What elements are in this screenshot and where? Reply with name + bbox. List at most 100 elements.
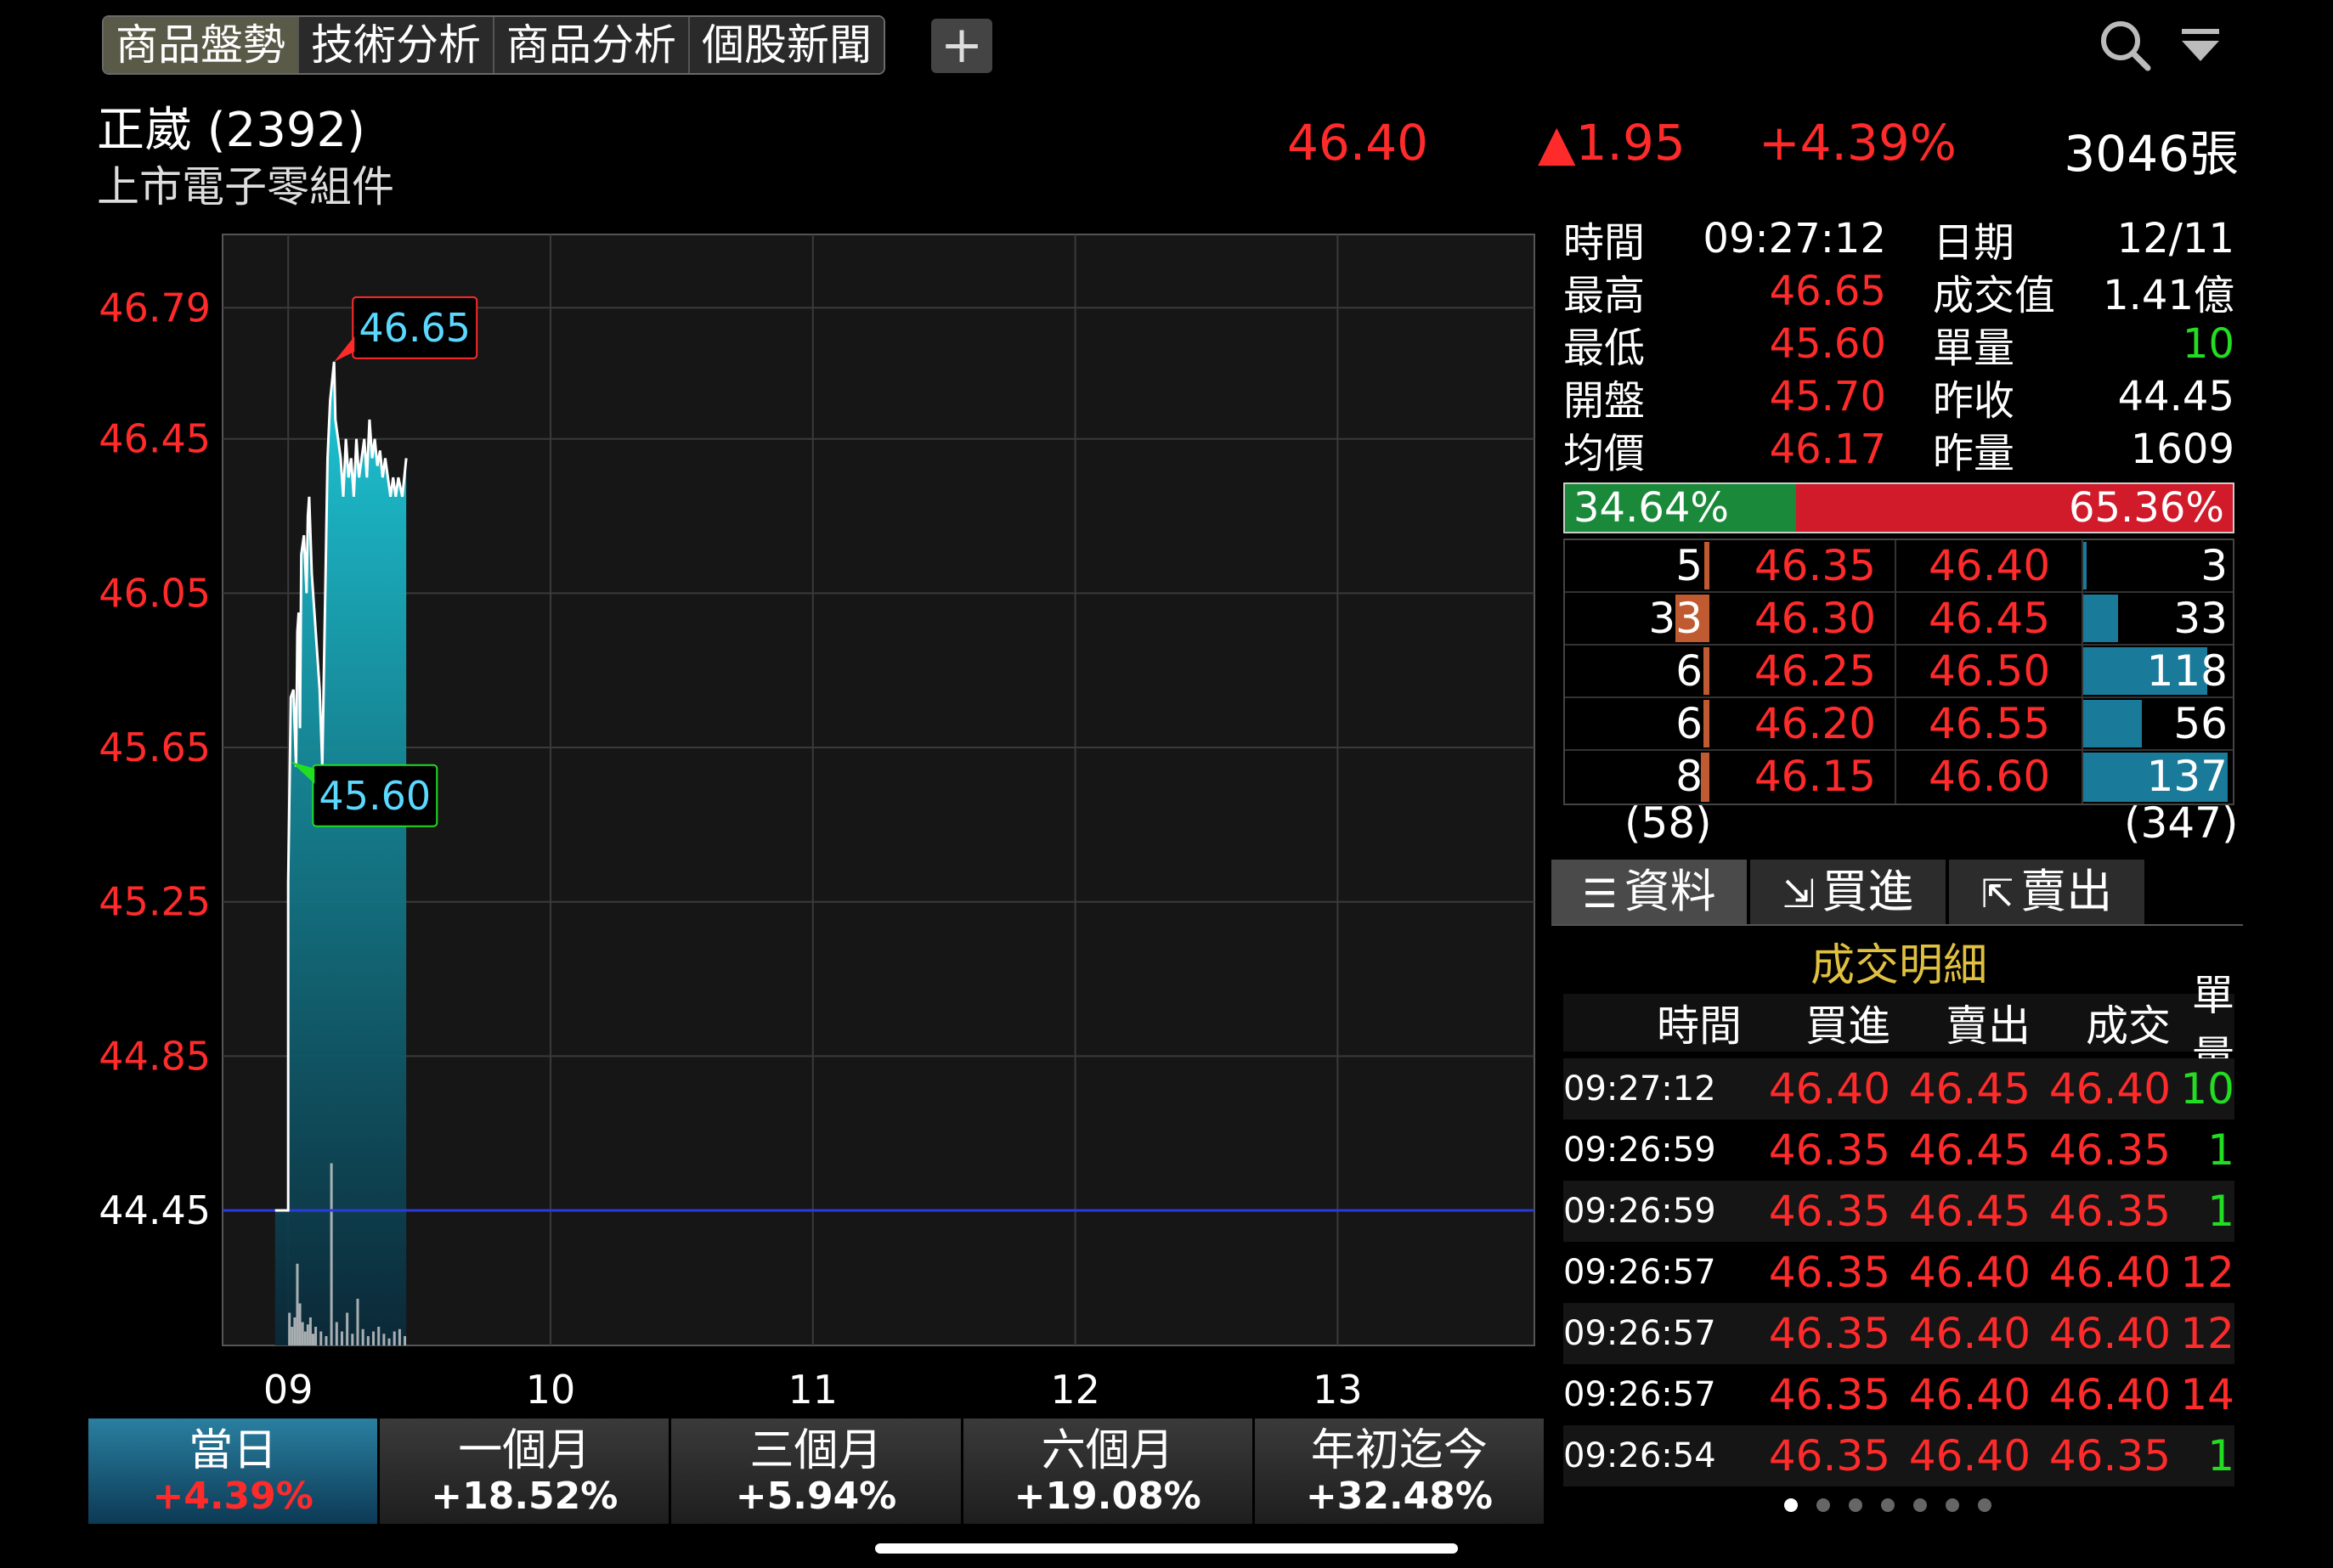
- trade-qty: 12: [2180, 1248, 2234, 1297]
- tab-3[interactable]: 個股新聞: [690, 17, 884, 73]
- info-key: 成交值: [1933, 272, 2056, 319]
- home-indicator[interactable]: [875, 1543, 1458, 1554]
- search-icon[interactable]: [2095, 15, 2155, 75]
- list-icon: ☰: [1582, 871, 1618, 917]
- period-label: 年初迄今: [1310, 1425, 1488, 1476]
- x-tick-label: 10: [526, 1367, 576, 1410]
- trade-header-2: 賣出: [1946, 1001, 2031, 1051]
- tab-2[interactable]: 商品分析: [494, 17, 690, 73]
- period-label: 三個月: [749, 1425, 883, 1476]
- period-button-4[interactable]: 年初迄今 +32.48%: [1254, 1419, 1547, 1524]
- ask-quantity-cell: 118: [2083, 646, 2233, 697]
- info-value: 09:27:12: [1703, 215, 1886, 262]
- volume-bar: [306, 1324, 309, 1345]
- trade-row[interactable]: 09:26:57 46.35 46.40 46.40 14: [1563, 1364, 2234, 1425]
- period-button-2[interactable]: 三個月 +5.94%: [671, 1419, 963, 1524]
- page-dot[interactable]: [1784, 1498, 1798, 1512]
- detail-tab-label: 資料: [1624, 865, 1716, 918]
- main-tabs: 商品盤勢 技術分析 商品分析 個股新聞: [102, 15, 885, 75]
- intraday-chart[interactable]: 46.79 46.45 46.05 45.65 45.25 44.85 44.45 09 10 1…: [0, 221, 1546, 1410]
- page-dot[interactable]: [1946, 1498, 1959, 1512]
- volume-bar: [346, 1312, 349, 1345]
- trade-time: 09:26:57: [1563, 1253, 1716, 1292]
- order-book-row[interactable]: 6 46.20 46.55 56: [1565, 698, 2233, 751]
- tab-0[interactable]: 商品盤勢: [104, 17, 299, 73]
- page-dot[interactable]: [1913, 1498, 1927, 1512]
- period-label: 一個月: [458, 1425, 591, 1476]
- trade-buy: 46.35: [1768, 1431, 1890, 1481]
- page-dot[interactable]: [1978, 1498, 1991, 1512]
- bid-price: 46.30: [1709, 593, 1896, 644]
- trade-qty: 14: [2180, 1370, 2234, 1419]
- trade-deal: 46.40: [2048, 1248, 2171, 1297]
- trade-detail-list[interactable]: 09:27:12 46.40 46.45 46.40 10 09:26:59 46.35 46…: [1563, 1058, 2234, 1486]
- trade-qty: 1: [2207, 1125, 2234, 1175]
- volume-bar: [308, 1317, 312, 1345]
- info-value: 45.70: [1769, 373, 1886, 420]
- info-row: 開盤 45.70 昨收 44.45: [1563, 370, 2234, 425]
- trade-buy: 46.35: [1768, 1309, 1890, 1358]
- volume-bar: [319, 1331, 323, 1345]
- page-dot[interactable]: [1849, 1498, 1862, 1512]
- trade-row[interactable]: 09:26:59 46.35 46.45 46.35 1: [1563, 1181, 2234, 1242]
- bid-quantity: 6: [1675, 699, 1703, 748]
- trade-qty: 12: [2180, 1309, 2234, 1358]
- period-button-3[interactable]: 六個月 +19.08%: [963, 1419, 1255, 1524]
- price-change-percent: +4.39%: [1759, 114, 1957, 172]
- buy-icon: ⇲: [1782, 871, 1816, 917]
- ask-price: 46.60: [1896, 751, 2083, 804]
- bid-quantity-cell: 6: [1565, 698, 1709, 749]
- tab-1[interactable]: 技術分析: [299, 17, 494, 73]
- ask-quantity: 3: [2200, 541, 2228, 590]
- filter-icon[interactable]: [2175, 24, 2226, 66]
- trade-time: 09:26:54: [1563, 1436, 1716, 1475]
- order-book-row[interactable]: 6 46.25 46.50 118: [1565, 646, 2233, 698]
- trade-deal: 46.35: [2048, 1187, 2171, 1236]
- add-tab-button[interactable]: +: [931, 19, 992, 73]
- period-value: +5.94%: [735, 1475, 897, 1518]
- stock-name: 正崴 (2392): [97, 103, 366, 158]
- info-value: 12/11: [2116, 215, 2234, 262]
- page-dot[interactable]: [1881, 1498, 1895, 1512]
- detail-tab-1[interactable]: ⇲ 買進: [1750, 860, 1946, 924]
- ask-quantity-bar: [2083, 542, 2087, 589]
- info-key: 最低: [1563, 324, 1646, 372]
- trade-sell: 46.40: [1908, 1248, 2031, 1297]
- bid-quantity: 33: [1648, 594, 1703, 643]
- trade-buy: 46.35: [1768, 1187, 1890, 1236]
- bid-quantity: 6: [1675, 646, 1703, 696]
- trade-sell: 46.40: [1908, 1309, 2031, 1358]
- y-tick-label: 46.45: [99, 416, 211, 462]
- trade-row[interactable]: 09:26:57 46.35 46.40 46.40 12: [1563, 1242, 2234, 1303]
- ask-price: 46.50: [1896, 646, 2083, 697]
- trade-qty: 1: [2207, 1431, 2234, 1481]
- trade-row[interactable]: 09:27:12 46.40 46.45 46.40 10: [1563, 1058, 2234, 1120]
- detail-tab-0[interactable]: ☰ 資料: [1551, 860, 1747, 924]
- detail-tab-2[interactable]: ⇱ 賣出: [1949, 860, 2144, 924]
- volume-bar: [291, 1327, 294, 1345]
- ask-quantity-cell: 33: [2083, 593, 2233, 644]
- order-book-row[interactable]: 33 46.30 46.45 33: [1565, 593, 2233, 646]
- trade-deal: 46.35: [2048, 1125, 2171, 1175]
- trade-row[interactable]: 09:26:59 46.35 46.45 46.35 1: [1563, 1120, 2234, 1181]
- volume-bar: [404, 1336, 407, 1345]
- total-volume: 3046張: [2064, 125, 2239, 183]
- ask-quantity-cell: 56: [2083, 698, 2233, 749]
- volume-bar: [377, 1327, 381, 1345]
- order-book-row[interactable]: 5 46.35 46.40 3: [1565, 540, 2233, 593]
- order-book-row[interactable]: 8 46.15 46.60 137: [1565, 751, 2233, 804]
- period-button-1[interactable]: 一個月 +18.52%: [380, 1419, 672, 1524]
- ask-quantity: 118: [2146, 646, 2228, 696]
- period-button-0[interactable]: 當日 +4.39%: [88, 1419, 381, 1524]
- trade-time: 09:26:57: [1563, 1375, 1716, 1414]
- period-value: +4.39%: [152, 1475, 314, 1518]
- info-key: 昨量: [1933, 430, 2015, 477]
- trade-time: 09:27:12: [1563, 1069, 1716, 1108]
- trade-row[interactable]: 09:26:57 46.35 46.40 46.40 12: [1563, 1303, 2234, 1364]
- bid-price: 46.25: [1709, 646, 1896, 697]
- x-tick-label: 11: [788, 1367, 839, 1410]
- info-key: 日期: [1933, 219, 2015, 267]
- trade-row[interactable]: 09:26:54 46.35 46.40 46.35 1: [1563, 1425, 2234, 1486]
- page-dot[interactable]: [1816, 1498, 1830, 1512]
- high-price-label: 46.65: [359, 305, 471, 351]
